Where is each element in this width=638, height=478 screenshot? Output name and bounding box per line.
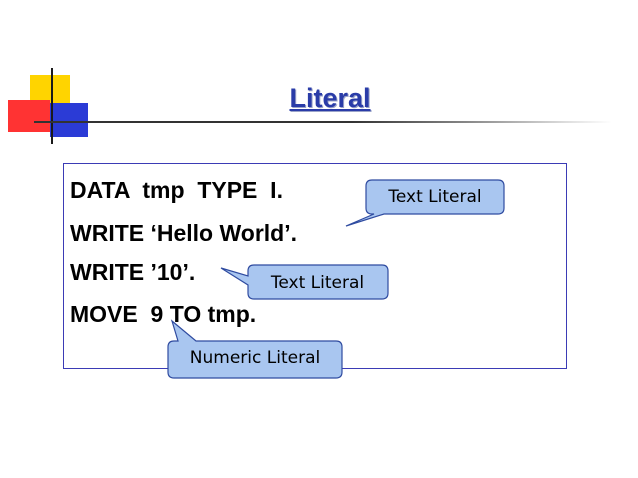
code-line-data: DATA tmp TYPE I. [70,177,283,203]
code-line-move: MOVE 9 TO tmp. [70,301,257,327]
callout-1-label: Text Literal [388,187,482,207]
title-rule [34,121,612,123]
slide-logo [0,0,120,150]
logo-red-square [8,100,50,132]
callout-3-label: Numeric Literal [189,348,321,368]
code-line-write-10: WRITE ’10’. [70,259,196,285]
code-line-write-hello: WRITE ‘Hello World’. [70,220,298,246]
logo-vertical-line [51,68,53,144]
slide-title: Literal [289,83,371,113]
callout-2-label: Text Literal [270,273,365,293]
logo-blue-square [50,103,88,137]
